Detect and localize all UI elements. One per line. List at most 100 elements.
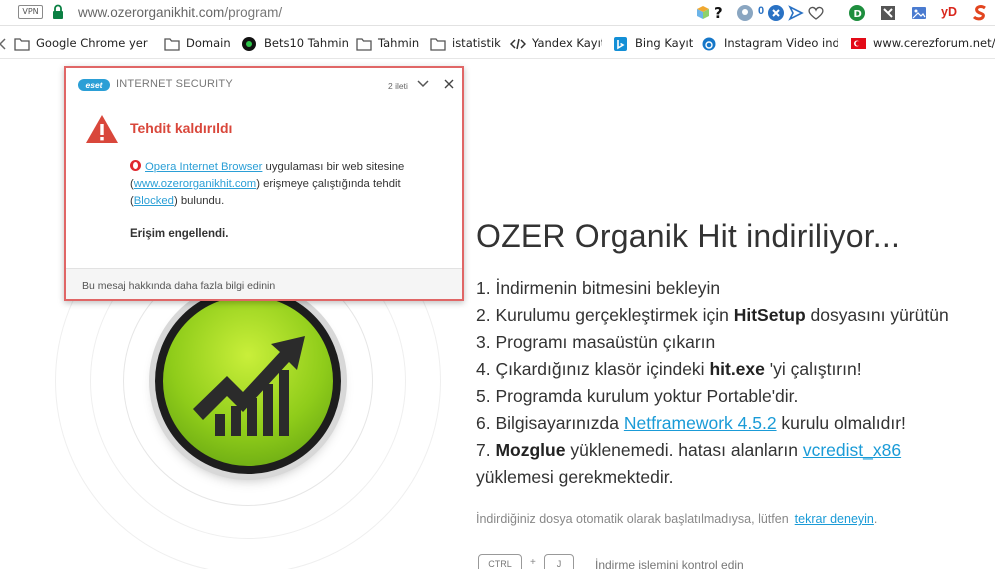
retry-note: İndirdiğiniz dosya otomatik olarak başla… bbox=[476, 512, 877, 526]
message-count: 2 ileti bbox=[388, 81, 408, 91]
step-highlight: HitSetup bbox=[733, 305, 806, 325]
step-text: dosyasını yürütün bbox=[805, 305, 949, 325]
vpn-button[interactable]: VPN bbox=[18, 5, 43, 19]
step-text: 4. Çıkardığınız klasör içindeki bbox=[476, 359, 710, 379]
eset-threat-notification: eset INTERNET SECURITY 2 ileti Tehdit ka… bbox=[64, 66, 464, 301]
bookmark-istatistik-folder[interactable]: istatistik bbox=[430, 36, 502, 52]
notification-header: eset INTERNET SECURITY 2 ileti bbox=[66, 68, 462, 102]
instruction-list: 1. İndirmenin bitmesini bekleyin 2. Kuru… bbox=[476, 275, 995, 491]
retry-end: . bbox=[873, 512, 878, 526]
eset-logo: eset bbox=[78, 79, 110, 91]
description-line: (www.ozerorganikhit.com) erişmeye çalışt… bbox=[130, 176, 450, 193]
x-badge-icon[interactable] bbox=[767, 4, 785, 22]
threat-description: Opera Internet Browser uygulaması bir we… bbox=[130, 159, 450, 210]
svg-text:D: D bbox=[854, 9, 862, 20]
description-text: ) bulundu. bbox=[173, 195, 225, 207]
bookmark-yandex-kayit[interactable]: Yandex Kayıt bbox=[510, 36, 602, 52]
retry-text: İndirdiğiniz dosya otomatik olarak başla… bbox=[476, 512, 789, 526]
bookmark-extension-icon[interactable] bbox=[879, 4, 897, 22]
folder-icon bbox=[430, 38, 446, 51]
step-text: 7. bbox=[476, 440, 496, 460]
folder-icon bbox=[356, 38, 372, 51]
close-icon[interactable] bbox=[443, 78, 455, 90]
step-7: 7. Mozglue yüklenemedi. hatası alanların… bbox=[476, 437, 995, 464]
extension-counter: 0 bbox=[758, 5, 765, 17]
bookmark-label: Yandex Kayıt bbox=[532, 36, 602, 50]
bookmark-label: Domain bbox=[186, 36, 231, 50]
retry-link[interactable]: tekrar deneyin bbox=[795, 512, 874, 526]
vcredist-link[interactable]: vcredist_x86 bbox=[803, 440, 901, 460]
folder-icon bbox=[14, 38, 30, 51]
step-3: 3. Programı masaüstün çıkarın bbox=[476, 332, 716, 352]
help-icon[interactable]: ? bbox=[713, 4, 725, 22]
bookmark-bets10-tahmin[interactable]: Bets10 Tahmin bbox=[242, 36, 348, 52]
notification-footer: Bu mesaj hakkında daha fazla bilgi edini… bbox=[66, 268, 462, 299]
s-extension-icon[interactable] bbox=[971, 4, 989, 22]
bookmark-bing-kayit[interactable]: Bing Kayıt bbox=[613, 36, 695, 52]
step-text: kurulu olmalıdır! bbox=[776, 413, 906, 433]
url-host: www.ozerorganikhit.com bbox=[78, 5, 225, 20]
step-highlight: Mozglue bbox=[495, 440, 566, 460]
plus-sign: + bbox=[530, 557, 536, 568]
j-keycap: J bbox=[544, 554, 574, 569]
bing-icon bbox=[614, 37, 627, 51]
yd-extension-icon[interactable]: yD bbox=[941, 5, 957, 23]
folder-icon bbox=[164, 38, 180, 51]
site-link[interactable]: www.ozerorganikhit.com bbox=[134, 178, 256, 190]
threat-title: Tehdit kaldırıldı bbox=[130, 120, 233, 136]
description-text: ) erişmeye çalıştığında tehdit bbox=[256, 178, 401, 190]
bookmark-cerezforum[interactable]: www.cerezforum.net/ bbox=[851, 36, 995, 52]
netframework-link[interactable]: Netframework 4.5.2 bbox=[624, 413, 777, 433]
product-logo bbox=[155, 288, 341, 474]
d-extension-icon[interactable]: D bbox=[848, 4, 866, 22]
description-line: (Blocked) bulundu. bbox=[130, 193, 450, 210]
url-field[interactable]: www.ozerorganikhit.com/program/ bbox=[78, 5, 282, 20]
shortcut-text: İndirme işlemini kontrol edin bbox=[595, 558, 744, 569]
bookmark-label: Bets10 Tahmin bbox=[264, 36, 348, 50]
send-icon[interactable] bbox=[788, 4, 804, 22]
step-6: 6. Bilgisayarınızda Netframework 4.5.2 k… bbox=[476, 410, 995, 437]
bets10-icon bbox=[242, 37, 256, 51]
bookmark-label: istatistik bbox=[452, 36, 501, 50]
chevron-left-icon bbox=[0, 38, 6, 50]
step-5: 5. Programda kurulum yoktur Portable'dir… bbox=[476, 386, 799, 406]
app-name-link[interactable]: Opera Internet Browser bbox=[145, 161, 262, 173]
description-line: Opera Internet Browser uygulaması bir we… bbox=[130, 159, 450, 176]
access-blocked-label: Erişim engellendi. bbox=[130, 228, 229, 240]
product-name: INTERNET SECURITY bbox=[116, 78, 233, 90]
lock-icon bbox=[53, 4, 63, 19]
more-info-link[interactable]: Bu mesaj hakkında daha fazla bilgi edini… bbox=[82, 280, 275, 292]
warning-icon bbox=[86, 115, 118, 143]
step-4: 4. Çıkardığınız klasör içindeki hit.exe … bbox=[476, 356, 995, 383]
step-1: 1. İndirmenin bitmesini bekleyin bbox=[476, 278, 721, 298]
url-path: /program/ bbox=[224, 5, 283, 20]
bookmarks-overflow-chevron[interactable] bbox=[0, 36, 7, 52]
ctrl-keycap: CTRL bbox=[478, 554, 522, 569]
step-text: 'yi çalıştırın! bbox=[764, 359, 862, 379]
bookmark-label: Tahmin bbox=[378, 36, 420, 50]
bookmark-google-chrome-folder[interactable]: Google Chrome yer i bbox=[14, 36, 150, 52]
bookmark-label: Bing Kayıt bbox=[635, 36, 694, 50]
opera-icon bbox=[130, 160, 141, 171]
bookmark-tahmin-folder[interactable]: Tahmin bbox=[356, 36, 426, 52]
turkey-flag-icon bbox=[851, 38, 866, 49]
chevron-down-icon[interactable] bbox=[416, 78, 430, 90]
page-title: OZER Organik Hit indiriliyor... bbox=[476, 218, 901, 254]
step-text: 2. Kurulumu gerçekleştirmek için bbox=[476, 305, 734, 325]
blocked-link[interactable]: Blocked bbox=[134, 195, 174, 207]
step-text: 6. Bilgisayarınızda bbox=[476, 413, 624, 433]
step-2: 2. Kurulumu gerçekleştirmek için HitSetu… bbox=[476, 302, 995, 329]
bookmark-label: Instagram Video indi bbox=[724, 36, 838, 50]
heart-icon[interactable] bbox=[807, 4, 825, 22]
address-bar: VPN www.ozerorganikhit.com/program/ ? 0 … bbox=[0, 0, 995, 26]
bookmark-label: Google Chrome yer i bbox=[36, 36, 150, 50]
cube-extension-icon[interactable] bbox=[695, 4, 711, 22]
description-text: uygulaması bir web sitesine bbox=[262, 161, 405, 173]
bookmarks-bar: Google Chrome yer i Domain Bets10 Tahmin… bbox=[0, 27, 995, 59]
instagram-icon bbox=[702, 37, 716, 51]
location-pin-icon[interactable] bbox=[736, 4, 754, 22]
bookmark-instagram-video[interactable]: Instagram Video indi bbox=[702, 36, 838, 52]
code-icon bbox=[510, 38, 526, 50]
bookmark-domain-folder[interactable]: Domain bbox=[164, 36, 234, 52]
image-extension-icon[interactable] bbox=[910, 4, 928, 22]
